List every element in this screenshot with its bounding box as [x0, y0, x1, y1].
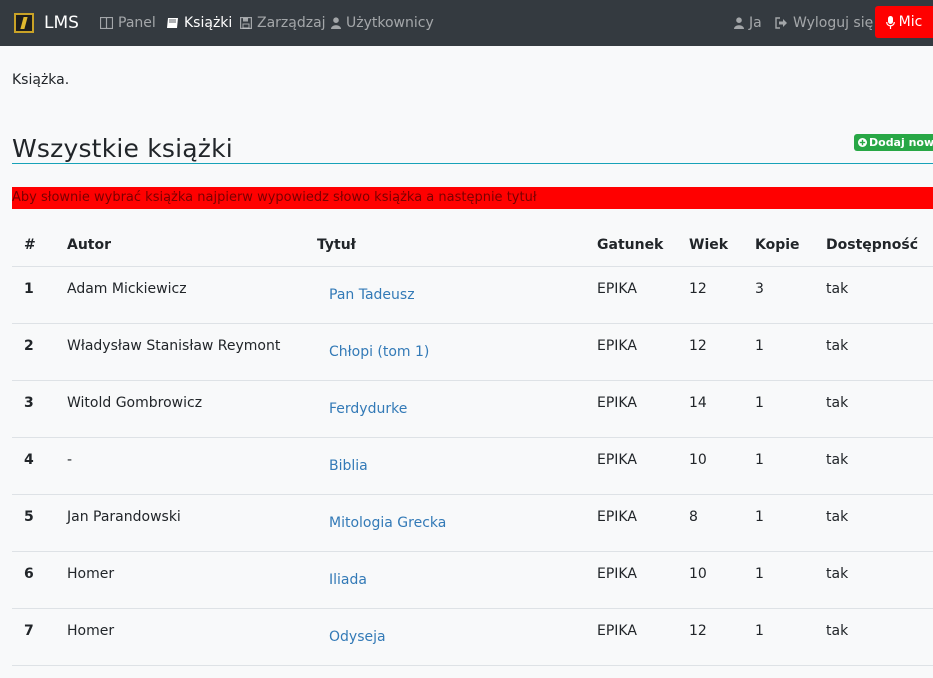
mic-label: Mic: [898, 14, 923, 30]
nav-panel-label: Panel: [118, 15, 156, 31]
row-gatunek: EPIKA: [597, 338, 637, 354]
row-wiek: 10: [689, 452, 707, 468]
row-autor: Jan Parandowski: [67, 509, 181, 525]
book-title-link[interactable]: Iliada: [329, 552, 367, 588]
nav-panel[interactable]: Panel: [100, 0, 156, 46]
add-book-label: Dodaj nową: [869, 136, 933, 149]
page-title: Wszystkie książki: [12, 134, 233, 163]
row-num: 5: [24, 509, 34, 525]
row-dostepnosc: tak: [826, 281, 849, 297]
lms-logo-icon: [14, 13, 34, 33]
nav-wyloguj[interactable]: Wyloguj się: [775, 0, 873, 46]
page-subtitle: Książka.: [12, 72, 70, 88]
row-dostepnosc: tak: [826, 566, 849, 582]
row-num: 3: [24, 395, 34, 411]
header-autor: Autor: [55, 224, 305, 267]
microphone-icon: [885, 15, 895, 29]
header-tytul: Tytuł: [305, 224, 585, 267]
row-dostepnosc: tak: [826, 623, 849, 639]
header-kopie: Kopie: [743, 224, 814, 267]
row-num: 6: [24, 566, 34, 582]
row-gatunek: EPIKA: [597, 509, 637, 525]
navbar: LMS Panel Książki Zarządzaj Użytkownicy …: [0, 0, 933, 46]
book-title-link[interactable]: Ferdydurke: [329, 381, 407, 417]
book-title-link[interactable]: Odyseja: [329, 609, 386, 645]
row-autor: Witold Gombrowicz: [67, 395, 203, 411]
brand-name: LMS: [44, 13, 79, 33]
book-title-link[interactable]: Biblia: [329, 438, 368, 474]
table-header-row: # Autor Tytuł Gatunek Wiek Kopie Dostępn…: [12, 224, 933, 267]
table-row: 4 - Biblia EPIKA 10 1 tak: [12, 437, 933, 495]
row-num: 2: [24, 338, 34, 354]
row-kopie: 1: [755, 566, 764, 582]
heading-divider: [12, 163, 933, 164]
columns-icon: [100, 17, 113, 29]
header-wiek: Wiek: [677, 224, 743, 267]
nav-zarzadzaj-label: Zarządzaj: [257, 15, 326, 31]
row-wiek: 12: [689, 281, 707, 297]
plus-icon: [858, 138, 867, 147]
row-num: 7: [24, 623, 34, 639]
nav-ja[interactable]: Ja: [734, 0, 762, 46]
row-dostepnosc: tak: [826, 509, 849, 525]
nav-zarzadzaj[interactable]: Zarządzaj: [240, 0, 326, 46]
table-row: 7 Homer Odyseja EPIKA 12 1 tak: [12, 608, 933, 666]
nav-wyloguj-label: Wyloguj się: [793, 15, 874, 31]
table-row: 5 Jan Parandowski Mitologia Grecka EPIKA…: [12, 494, 933, 552]
nav-uzytkownicy[interactable]: Użytkownicy: [331, 0, 434, 46]
books-table: # Autor Tytuł Gatunek Wiek Kopie Dostępn…: [12, 224, 933, 666]
header-dostepnosc: Dostępność: [814, 224, 933, 267]
table-row: 3 Witold Gombrowicz Ferdydurke EPIKA 14 …: [12, 380, 933, 438]
nav-ksiazki[interactable]: Książki: [166, 0, 232, 46]
row-dostepnosc: tak: [826, 452, 849, 468]
row-num: 4: [24, 452, 34, 468]
header-gatunek: Gatunek: [585, 224, 677, 267]
user-icon: [331, 17, 341, 29]
header-num: #: [12, 224, 55, 267]
sign-out-icon: [775, 17, 788, 29]
row-wiek: 8: [689, 509, 698, 525]
row-kopie: 1: [755, 395, 764, 411]
row-autor: Homer: [67, 623, 115, 639]
book-title-link[interactable]: Mitologia Grecka: [329, 495, 446, 531]
nav-uzytkownicy-label: Użytkownicy: [346, 15, 434, 31]
nav-ja-label: Ja: [749, 15, 762, 31]
nav-ksiazki-label: Książki: [184, 15, 233, 31]
row-kopie: 1: [755, 623, 764, 639]
row-num: 1: [24, 281, 34, 297]
row-gatunek: EPIKA: [597, 452, 637, 468]
book-title-link[interactable]: Pan Tadeusz: [329, 267, 415, 303]
row-gatunek: EPIKA: [597, 281, 637, 297]
mic-button[interactable]: Mic: [875, 6, 933, 38]
brand[interactable]: LMS: [14, 10, 79, 36]
table-row: 1 Adam Mickiewicz Pan Tadeusz EPIKA 12 3…: [12, 266, 933, 324]
row-gatunek: EPIKA: [597, 395, 637, 411]
user-icon: [734, 17, 744, 29]
add-book-button[interactable]: Dodaj nową: [854, 134, 933, 151]
row-kopie: 1: [755, 509, 764, 525]
row-dostepnosc: tak: [826, 395, 849, 411]
row-wiek: 14: [689, 395, 707, 411]
voice-hint-alert: Aby słownie wybrać książka najpierw wypo…: [12, 187, 933, 209]
row-wiek: 12: [689, 338, 707, 354]
row-wiek: 10: [689, 566, 707, 582]
table-row: 6 Homer Iliada EPIKA 10 1 tak: [12, 551, 933, 609]
row-autor: Adam Mickiewicz: [67, 281, 187, 297]
row-kopie: 3: [755, 281, 764, 297]
save-icon: [240, 17, 252, 29]
row-kopie: 1: [755, 338, 764, 354]
row-gatunek: EPIKA: [597, 623, 637, 639]
table-row: 2 Władysław Stanisław Reymont Chłopi (to…: [12, 323, 933, 381]
row-wiek: 12: [689, 623, 707, 639]
row-autor: -: [67, 452, 73, 468]
book-icon: [166, 17, 179, 29]
row-kopie: 1: [755, 452, 764, 468]
row-autor: Homer: [67, 566, 115, 582]
row-autor: Władysław Stanisław Reymont: [67, 338, 281, 354]
row-dostepnosc: tak: [826, 338, 849, 354]
book-title-link[interactable]: Chłopi (tom 1): [329, 324, 429, 360]
row-gatunek: EPIKA: [597, 566, 637, 582]
